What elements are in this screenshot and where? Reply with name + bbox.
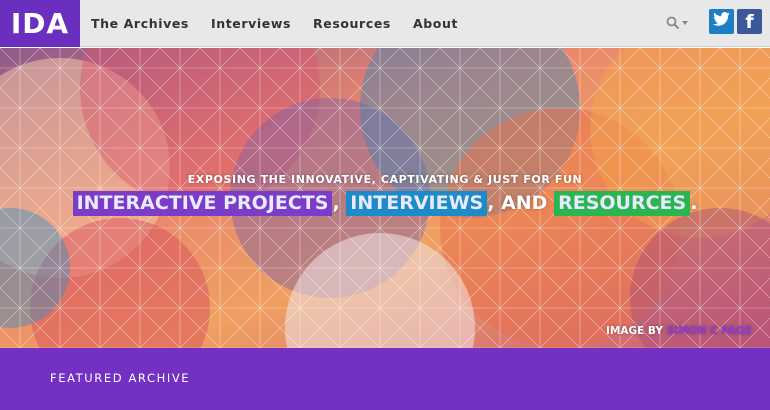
chevron-down-icon (682, 21, 688, 25)
nav-the-archives[interactable]: The Archives (91, 16, 189, 31)
search-toggle[interactable] (666, 13, 696, 33)
site-header: IDA The Archives Interviews Resources Ab… (0, 0, 770, 47)
twitter-icon (713, 12, 730, 31)
nav-resources[interactable]: Resources (313, 16, 391, 31)
main-nav: The Archives Interviews Resources About (80, 0, 469, 47)
headline-separator: , AND (487, 192, 548, 214)
hero-headline: INTERACTIVE PROJECTS, INTERVIEWS, AND RE… (0, 191, 770, 216)
featured-archive-section: FEATURED ARCHIVE (0, 348, 770, 410)
nav-about[interactable]: About (413, 16, 458, 31)
credit-author-link[interactable]: SIMON C PAGE (667, 325, 752, 337)
headline-separator: , (332, 192, 340, 214)
image-credit: IMAGE BY SIMON C PAGE (606, 325, 752, 337)
resources-link[interactable]: RESOURCES (554, 191, 691, 216)
site-logo[interactable]: IDA (0, 0, 80, 47)
twitter-button[interactable] (709, 9, 734, 34)
hero-tagline: EXPOSING THE INNOVATIVE, CAPTIVATING & J… (187, 173, 583, 186)
facebook-button[interactable]: f (737, 9, 762, 34)
interviews-link[interactable]: INTERVIEWS (346, 191, 488, 216)
featured-archive-heading: FEATURED ARCHIVE (50, 371, 191, 385)
nav-interviews[interactable]: Interviews (211, 16, 291, 31)
credit-prefix: IMAGE BY (606, 325, 663, 337)
interactive-projects-link[interactable]: INTERACTIVE PROJECTS (72, 191, 333, 216)
search-icon (666, 16, 680, 30)
facebook-icon: f (745, 10, 754, 33)
headline-end: . (690, 192, 698, 214)
hero-banner: EXPOSING THE INNOVATIVE, CAPTIVATING & J… (0, 48, 770, 348)
